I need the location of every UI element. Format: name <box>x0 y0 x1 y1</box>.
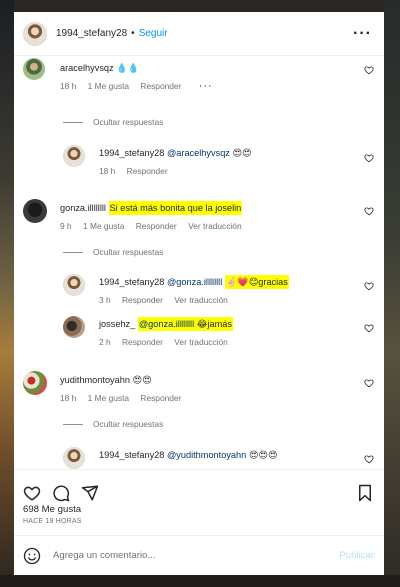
commenter-avatar[interactable] <box>23 58 45 80</box>
share-send-icon[interactable] <box>81 484 99 502</box>
background-photo-bottom <box>0 575 400 587</box>
like-heart-icon[interactable] <box>364 65 374 75</box>
comment-text: yudithmontoyahn 😍😍 <box>60 375 152 386</box>
comment-likes[interactable]: 1 Me gusta <box>88 393 129 403</box>
comment-input[interactable] <box>53 550 340 561</box>
reply-body: 😍😍 <box>232 148 252 158</box>
post-comments-panel: 1994_stefany28 • Seguir ··· aracelhyvsqz… <box>14 12 384 575</box>
background-photo-left <box>0 0 14 587</box>
comment-time[interactable]: 9 h <box>60 221 72 231</box>
reply-avatar[interactable] <box>63 447 85 469</box>
reply-button[interactable]: Responder <box>140 393 181 403</box>
reply-text: 1994_stefany28 @yudithmontoyahn 😍😍😍 <box>99 450 278 461</box>
reply-text: 1994_stefany28 @aracelhyvsqz 😍😍 <box>99 148 252 159</box>
reply-mention[interactable]: @yudithmontoyahn <box>167 450 246 460</box>
reply-body: 😍😍😍 <box>248 450 278 460</box>
reply-avatar[interactable] <box>63 316 85 338</box>
reply-body: 🤞🏻💗😊gracias <box>224 275 289 289</box>
post-actions: 698 Me gusta HACE 19 HORAS <box>14 469 384 533</box>
reply-button[interactable]: Responder <box>127 166 168 176</box>
comment-time[interactable]: 18 h <box>60 393 76 403</box>
reply-time[interactable]: 2 h <box>99 337 111 347</box>
reply-mention[interactable]: @gonza.illllllll <box>139 319 194 329</box>
reply-text: jossehz_ @gonza.illllllll 😂jamás <box>99 317 233 331</box>
comment-options-icon[interactable]: ··· <box>199 80 213 92</box>
like-heart-icon[interactable] <box>364 454 374 464</box>
comment-meta: 18 h 1 Me gusta Responder ··· <box>60 80 222 92</box>
header-separator: • <box>131 28 135 39</box>
bookmark-icon[interactable] <box>357 484 373 502</box>
reply-button[interactable]: Responder <box>122 295 163 305</box>
comment-likes[interactable]: 1 Me gusta <box>83 221 124 231</box>
comment-username[interactable]: gonza.illllllll <box>60 203 106 213</box>
like-heart-icon[interactable] <box>23 484 41 502</box>
reply-text: 1994_stefany28 @gonza.illllllll 🤞🏻💗😊grac… <box>99 275 289 289</box>
reply-body: 😂jamás <box>196 319 232 329</box>
background-photo-right <box>384 0 400 587</box>
reply-avatar[interactable] <box>63 274 85 296</box>
like-heart-icon[interactable] <box>364 378 374 388</box>
reply-button[interactable]: Responder <box>122 337 163 347</box>
reply-username[interactable]: 1994_stefany28 <box>99 148 164 158</box>
post-header: 1994_stefany28 • Seguir ··· <box>14 12 384 56</box>
author-avatar[interactable] <box>23 21 47 46</box>
commenter-avatar[interactable] <box>23 199 47 223</box>
reply-time[interactable]: 18 h <box>99 166 115 176</box>
like-heart-icon[interactable] <box>364 281 374 291</box>
like-heart-icon[interactable] <box>364 323 374 333</box>
emoji-icon[interactable] <box>23 547 41 565</box>
comment-icon[interactable] <box>52 484 70 502</box>
more-horizontal-icon[interactable]: ··· <box>353 25 372 41</box>
post-time-ago: HACE 19 HORAS <box>23 518 82 525</box>
comment-username[interactable]: aracelhyvsqz <box>60 63 114 73</box>
comment-likes[interactable]: 1 Me gusta <box>88 81 129 91</box>
likes-count[interactable]: 698 Me gusta <box>23 504 81 515</box>
comment-body: Si está más bonita que la joselin <box>108 201 243 215</box>
like-heart-icon[interactable] <box>364 206 374 216</box>
hide-replies-button[interactable]: Ocultar respuestas <box>63 117 163 127</box>
reply-button[interactable]: Responder <box>140 81 181 91</box>
reply-username[interactable]: 1994_stefany28 <box>99 277 164 287</box>
hide-replies-button[interactable]: Ocultar respuestas <box>63 419 163 429</box>
reply-button[interactable]: Responder <box>136 221 177 231</box>
comment-text: gonza.illllllll Si está más bonita que l… <box>60 201 243 215</box>
translate-button[interactable]: Ver traducción <box>188 221 242 231</box>
reply-meta: 18 h Responder <box>99 166 177 176</box>
reply-meta: 2 h Responder Ver traducción <box>99 337 237 347</box>
comment-text: aracelhyvsqz 💧💧 <box>60 63 139 74</box>
reply-meta: 3 h Responder Ver traducción <box>99 295 237 305</box>
reply-username[interactable]: jossehz_ <box>99 319 135 329</box>
reply-mention[interactable]: @aracelhyvsqz <box>167 148 230 158</box>
comment-meta: 9 h 1 Me gusta Responder Ver traducción <box>60 221 251 231</box>
translate-button[interactable]: Ver traducción <box>174 295 228 305</box>
reply-avatar[interactable] <box>63 145 85 167</box>
translate-button[interactable]: Ver traducción <box>174 337 228 347</box>
like-heart-icon[interactable] <box>364 153 374 163</box>
comment-body: 💧💧 <box>116 63 140 73</box>
comment-time[interactable]: 18 h <box>60 81 76 91</box>
comment-body: 😍😍 <box>132 375 152 385</box>
comment-meta: 18 h 1 Me gusta Responder <box>60 393 190 403</box>
hide-replies-button[interactable]: Ocultar respuestas <box>63 247 163 257</box>
publish-button[interactable]: Publicar <box>339 550 374 561</box>
commenter-avatar[interactable] <box>23 371 47 395</box>
comments-list[interactable]: aracelhyvsqz 💧💧 18 h 1 Me gusta Responde… <box>14 56 384 469</box>
comment-username[interactable]: yudithmontoyahn <box>60 375 130 385</box>
reply-time[interactable]: 3 h <box>99 295 111 305</box>
author-username[interactable]: 1994_stefany28 <box>56 28 127 39</box>
reply-mention[interactable]: @gonza.illllllll <box>167 277 222 287</box>
reply-username[interactable]: 1994_stefany28 <box>99 450 164 460</box>
add-comment-bar: Publicar <box>14 535 384 575</box>
follow-button[interactable]: Seguir <box>139 28 168 39</box>
